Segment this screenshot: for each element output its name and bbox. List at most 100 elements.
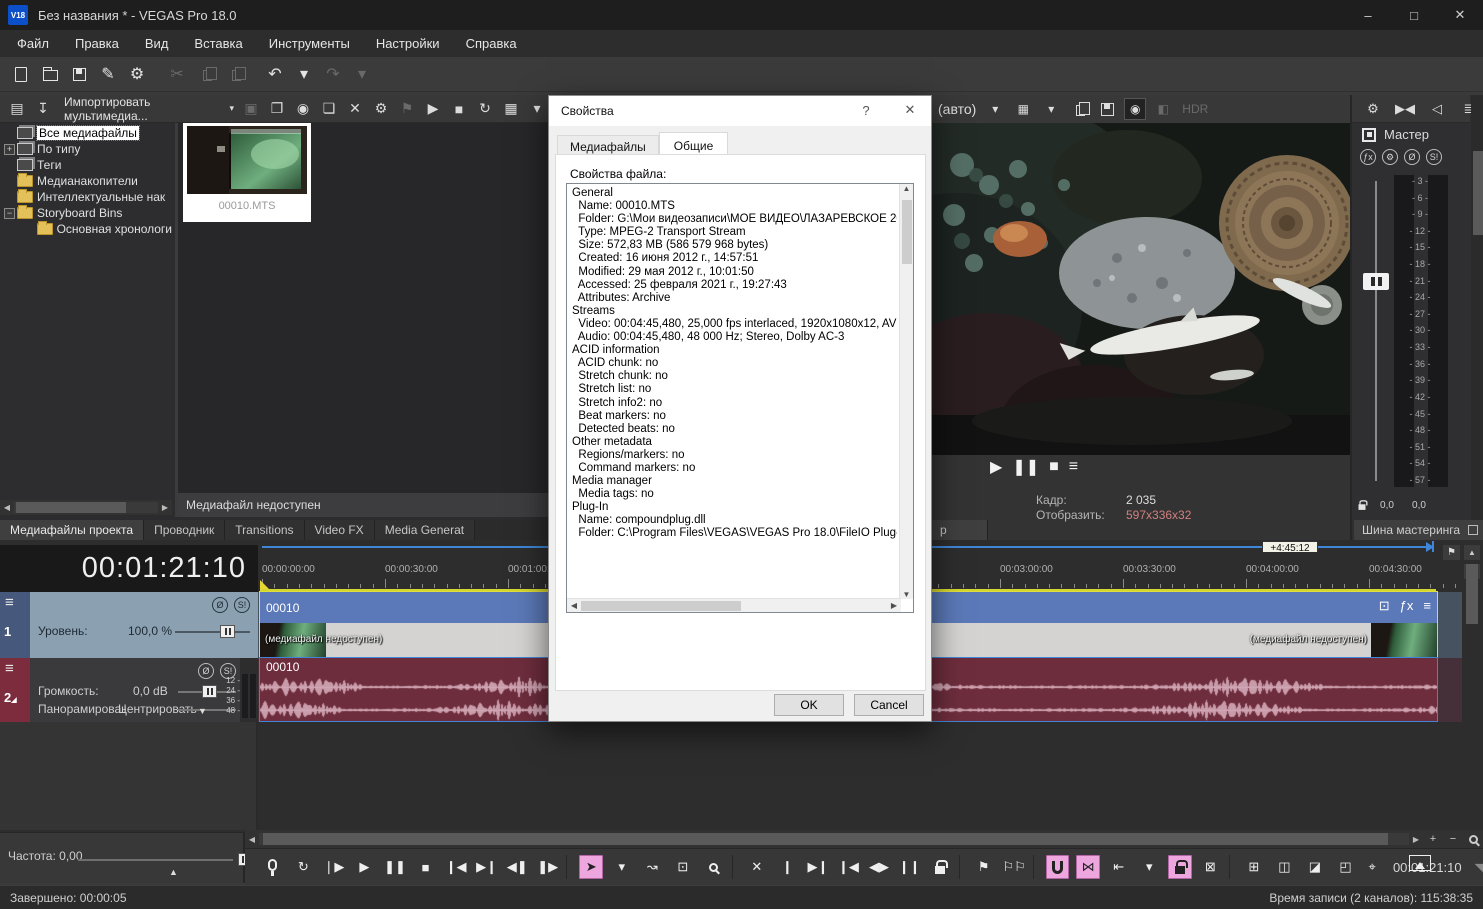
bus-mute-icon[interactable]: Ø: [1404, 149, 1420, 165]
scroll-right-icon[interactable]: ▶: [158, 503, 172, 512]
menu-item[interactable]: Настройки: [363, 32, 453, 55]
open-in-trimmer-icon[interactable]: ❐: [266, 98, 288, 120]
level-slider-handle[interactable]: [220, 625, 235, 638]
bypass-motion-blur-icon[interactable]: Ø: [212, 597, 228, 613]
master-bus-dock-tab[interactable]: Шина мастеринга: [1354, 520, 1483, 540]
event-menu-icon[interactable]: ≡: [1423, 598, 1431, 614]
next-frame-icon[interactable]: ❚▶: [536, 855, 560, 879]
undo-caret-icon[interactable]: ▾: [291, 61, 317, 87]
loop-playback-icon[interactable]: ↻: [292, 855, 316, 879]
play-icon[interactable]: ▶: [353, 855, 377, 879]
cursor-caret-icon[interactable]: ◥: [1475, 861, 1483, 874]
media-fx-icon[interactable]: ⚙: [370, 98, 392, 120]
master-fader-handle[interactable]: [1363, 273, 1389, 290]
redo-caret-icon[interactable]: ▾: [349, 61, 375, 87]
properties-vertical-scrollbar[interactable]: ▲ ▼: [899, 184, 913, 599]
level-slider[interactable]: [175, 631, 250, 633]
maximize-button[interactable]: □: [1391, 0, 1437, 30]
downmix-output-icon[interactable]: ◁: [1426, 98, 1448, 120]
copy-snapshot-icon[interactable]: [1068, 98, 1090, 120]
scroll-right-icon[interactable]: ▶: [887, 601, 901, 610]
external-monitor-icon[interactable]: [1408, 851, 1432, 875]
timeline-time-display[interactable]: 00:01:21:10: [0, 545, 258, 592]
group-events-icon[interactable]: ⊞: [1242, 855, 1266, 879]
minimize-button[interactable]: –: [1345, 0, 1391, 30]
menu-item[interactable]: Справка: [453, 32, 530, 55]
ignore-grouping-icon[interactable]: ⊠: [1199, 855, 1223, 879]
track-menu-icon[interactable]: ≡: [5, 596, 14, 609]
scroll-left-icon[interactable]: ◀: [0, 503, 14, 512]
ruler-marker-icon[interactable]: [260, 580, 269, 589]
media-bins-icon[interactable]: ▤: [6, 98, 28, 120]
tree-item-smart-bins[interactable]: Интеллектуальные нак: [0, 189, 172, 205]
save-project-icon[interactable]: [66, 61, 92, 87]
get-media-web-icon[interactable]: ❏: [318, 98, 340, 120]
zoom-tool-icon[interactable]: [1464, 832, 1482, 846]
menu-item[interactable]: Файл: [4, 32, 62, 55]
tree-item-storyboard-bins[interactable]: − Storyboard Bins: [0, 205, 172, 221]
cut-icon[interactable]: ✂: [164, 61, 190, 87]
remove-media-icon[interactable]: ▣: [240, 98, 262, 120]
menu-item[interactable]: Вставка: [181, 32, 255, 55]
event-fx-icon[interactable]: ƒx: [1400, 598, 1414, 614]
go-to-end-icon[interactable]: ▶❙: [475, 855, 499, 879]
bus-solo-icon[interactable]: S!: [1426, 149, 1442, 165]
stop-icon[interactable]: ■: [414, 855, 438, 879]
tree-horizontal-scrollbar[interactable]: ◀ ▶: [0, 500, 172, 515]
tree-item-media-bins[interactable]: Медианакопители: [0, 173, 172, 189]
views-caret-icon[interactable]: ▾: [526, 98, 548, 120]
smart-resample-icon[interactable]: S!: [234, 597, 250, 613]
auto-ripple-icon[interactable]: ⇤: [1107, 855, 1131, 879]
video-track-header[interactable]: ≡ 1 ØS! Уровень: 100,0 %: [0, 592, 258, 658]
previous-frame-icon[interactable]: ◀❚: [505, 855, 529, 879]
tree-item-all-media[interactable]: Все медиафайлы: [0, 125, 172, 141]
menu-item[interactable]: Инструменты: [256, 32, 363, 55]
video-output-icon[interactable]: ◉: [1124, 98, 1146, 120]
capture-video-icon[interactable]: ◉: [292, 98, 314, 120]
track-expand-icon[interactable]: ◢: [11, 697, 16, 704]
file-properties-box[interactable]: General Name: 00010.MTS Folder: G:\Мои в…: [566, 183, 914, 613]
envelope-edit-tool-icon[interactable]: ↝: [641, 855, 665, 879]
delete-icon[interactable]: ✕: [745, 855, 769, 879]
tree-item-tags[interactable]: Теги: [0, 157, 172, 173]
ok-button[interactable]: OK: [774, 694, 844, 716]
slip-edit-icon[interactable]: ◪: [1303, 855, 1327, 879]
edit-tool-caret-icon[interactable]: ▾: [610, 855, 634, 879]
automation-settings-icon[interactable]: ⚙: [1382, 149, 1398, 165]
import-media-icon[interactable]: ↧: [32, 98, 54, 120]
master-vertical-scrollbar[interactable]: [1471, 95, 1483, 520]
auto-ripple-caret-icon[interactable]: ▾: [1137, 855, 1161, 879]
preview-play-icon[interactable]: ▶: [990, 457, 1002, 477]
lock-event-icon[interactable]: [928, 855, 952, 879]
preview-pause-icon[interactable]: ❚❚: [1012, 457, 1039, 477]
project-properties-icon[interactable]: ⚙: [124, 61, 150, 87]
scroll-down-icon[interactable]: ▼: [900, 590, 914, 599]
timeline-vertical-scrollbar[interactable]: ▲ −: [1464, 545, 1480, 845]
preview-dock-tab[interactable]: р: [932, 520, 988, 540]
scrollbar-thumb[interactable]: [16, 502, 126, 513]
open-project-icon[interactable]: [37, 61, 63, 87]
auto-crossfades-icon[interactable]: ⋈: [1076, 855, 1100, 879]
lock-envelopes-icon[interactable]: [1168, 855, 1192, 879]
views-icon[interactable]: ▦: [500, 98, 522, 120]
split-trim-icon[interactable]: ◀▶: [867, 855, 891, 879]
preview-menu-icon[interactable]: ≡: [1069, 458, 1078, 476]
insert-bus-icon[interactable]: ▶◀: [1394, 98, 1416, 120]
render-as-icon[interactable]: ✎: [95, 61, 121, 87]
time-stretch-icon[interactable]: ◰: [1334, 855, 1358, 879]
scrub-slider[interactable]: [78, 859, 233, 861]
pause-icon[interactable]: ❚❚: [383, 855, 407, 879]
bus-fx-icon[interactable]: ƒx: [1360, 149, 1376, 165]
tab-explorer[interactable]: Проводник: [144, 520, 225, 540]
close-button[interactable]: ✕: [1437, 0, 1483, 30]
play-from-start-icon[interactable]: ❘▶: [322, 855, 346, 879]
volume-slider-handle[interactable]: [202, 685, 217, 698]
track-menu-icon[interactable]: ≡: [5, 662, 14, 675]
grid-caret-icon[interactable]: ▾: [1040, 98, 1062, 120]
media-tag-icon[interactable]: ⚑: [396, 98, 418, 120]
save-snapshot-icon[interactable]: [1096, 98, 1118, 120]
tree-expander-icon[interactable]: +: [4, 144, 15, 155]
auto-preview-icon[interactable]: ↻: [474, 98, 496, 120]
tree-item-by-type[interactable]: + По типу: [0, 141, 172, 157]
preview-quality-caret-icon[interactable]: ▾: [984, 98, 1006, 120]
